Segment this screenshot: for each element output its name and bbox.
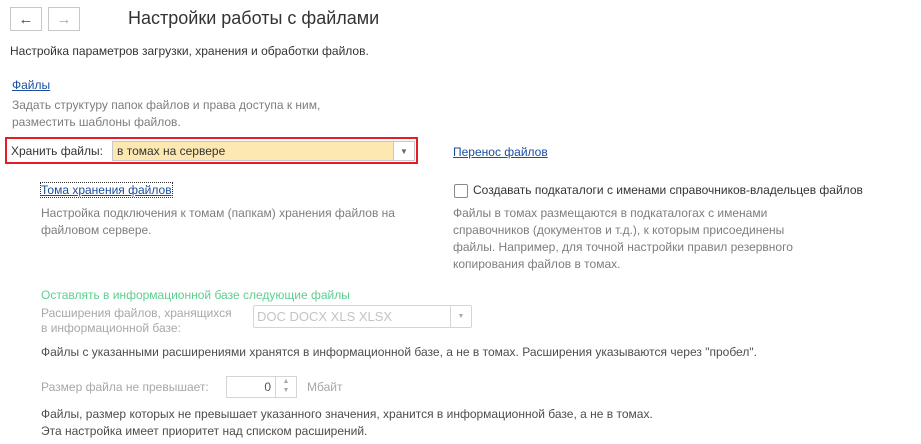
- page-title: Настройки работы с файлами: [128, 8, 380, 28]
- subdirs-desc-4: копирования файлов в томах.: [453, 257, 621, 271]
- volumes-desc-2: файловом сервере.: [41, 223, 152, 237]
- intro-text: Настройка параметров загрузки, хранения …: [10, 44, 369, 58]
- keep-heading: Оставлять в информационной базе следующи…: [41, 288, 350, 302]
- subdirs-desc-2: справочников (документов и т.д.), к кото…: [453, 223, 785, 237]
- files-desc-2: разместить шаблоны файлов.: [12, 115, 181, 129]
- size-note-2: Эта настройка имеет приоритет над списко…: [41, 424, 368, 438]
- store-files-field: Хранить файлы: в томах на сервере ▼: [5, 137, 418, 164]
- files-desc-1: Задать структуру папок файлов и права до…: [12, 98, 321, 112]
- subdirs-label[interactable]: Создавать подкаталоги с именами справочн…: [473, 183, 863, 197]
- store-files-value: в томах на сервере: [117, 144, 226, 158]
- subdirs-desc-3: файлы. Например, для точной настройки пр…: [453, 240, 793, 254]
- subdirs-desc-1: Файлы в томах размещаются в подкаталогах…: [453, 206, 768, 220]
- ext-label-2: в информационной базе:: [41, 321, 181, 335]
- store-files-label: Хранить файлы:: [11, 143, 103, 158]
- spinner-icon[interactable]: ▲ ▼: [275, 377, 296, 397]
- arrow-left-icon: ←: [18, 10, 34, 28]
- volumes-desc-1: Настройка подключения к томам (папкам) х…: [41, 206, 395, 220]
- size-unit: Мбайт: [307, 380, 343, 394]
- ext-note: Файлы с указанными расширениями хранятся…: [41, 345, 757, 359]
- forward-button[interactable]: →: [48, 7, 80, 31]
- extensions-select[interactable]: DOC DOCX XLS XLSX ▼: [253, 305, 472, 328]
- size-value: 0: [264, 380, 271, 394]
- dropdown-arrow-icon[interactable]: ▼: [450, 306, 471, 327]
- back-button[interactable]: ←: [10, 7, 42, 31]
- extensions-value: DOC DOCX XLS XLSX: [257, 309, 393, 324]
- transfer-files-link[interactable]: Перенос файлов: [453, 145, 548, 159]
- size-note-1: Файлы, размер которых не превышает указа…: [41, 407, 653, 421]
- size-label: Размер файла не превышает:: [41, 380, 209, 394]
- files-link[interactable]: Файлы: [12, 78, 50, 92]
- subdirs-checkbox[interactable]: [454, 184, 468, 198]
- ext-label-1: Расширения файлов, хранящихся: [41, 306, 232, 320]
- volumes-link[interactable]: Тома хранения файлов: [40, 182, 173, 198]
- arrow-right-icon: →: [56, 10, 72, 28]
- store-files-select[interactable]: в томах на сервере ▼: [112, 141, 415, 161]
- size-input[interactable]: 0 ▲ ▼: [226, 376, 297, 398]
- dropdown-arrow-icon[interactable]: ▼: [393, 142, 414, 160]
